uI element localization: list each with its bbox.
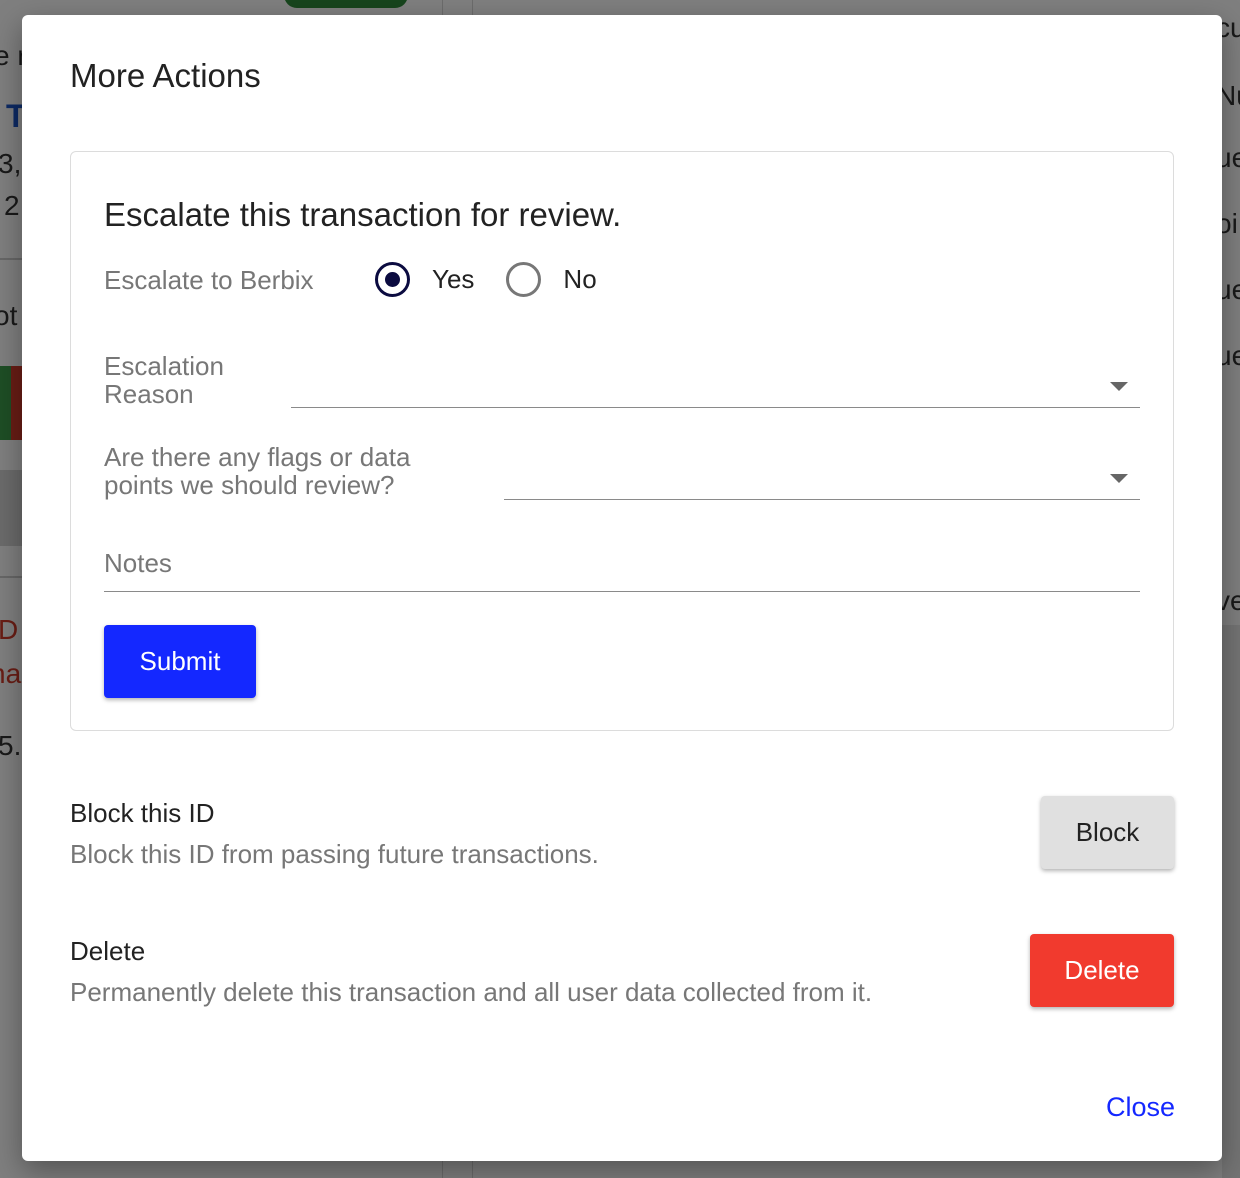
submit-button[interactable]: Submit	[104, 625, 256, 698]
notes-input[interactable]: Notes	[104, 536, 1140, 592]
escalation-reason-select[interactable]	[291, 368, 1140, 408]
more-actions-dialog: More Actions Escalate this transaction f…	[22, 15, 1222, 1161]
flags-select[interactable]	[504, 460, 1140, 500]
block-title: Block this ID	[70, 798, 215, 828]
radio-yes-label[interactable]: Yes	[432, 264, 474, 295]
radio-no-label[interactable]: No	[563, 264, 596, 295]
chevron-down-icon	[1110, 382, 1128, 391]
escalate-heading: Escalate this transaction for review.	[104, 196, 622, 233]
flags-label-line: Are there any flags or data	[104, 442, 411, 472]
escalation-reason-label-line: Reason	[104, 379, 194, 409]
close-link[interactable]: Close	[1106, 1092, 1175, 1123]
escalation-reason-label: Escalation Reason	[104, 352, 224, 408]
flags-label: Are there any flags or data points we sh…	[104, 443, 410, 499]
escalate-section: Escalate this transaction for review. Es…	[70, 151, 1174, 731]
delete-button[interactable]: Delete	[1030, 934, 1174, 1007]
radio-no[interactable]	[506, 262, 542, 297]
block-button[interactable]: Block	[1041, 796, 1174, 869]
dialog-title: More Actions	[70, 57, 261, 94]
radio-yes[interactable]	[375, 262, 410, 297]
escalate-to-berbix-label: Escalate to Berbix	[104, 265, 314, 295]
escalate-radio-group: Yes No	[375, 262, 629, 297]
flags-label-line: points we should review?	[104, 470, 395, 500]
escalation-reason-label-line: Escalation	[104, 351, 224, 381]
delete-description: Permanently delete this transaction and …	[70, 977, 873, 1007]
block-description: Block this ID from passing future transa…	[70, 839, 599, 869]
chevron-down-icon	[1110, 474, 1128, 483]
delete-title: Delete	[70, 936, 146, 966]
